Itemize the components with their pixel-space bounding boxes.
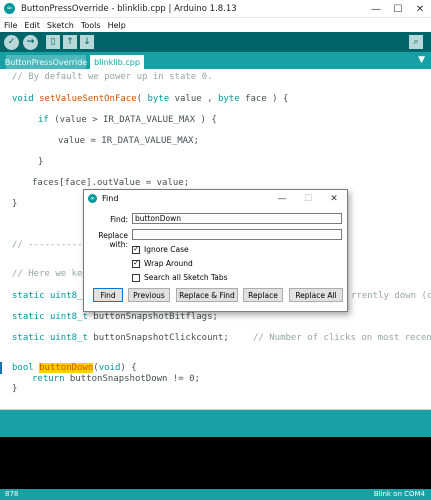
code-token: uint8_t xyxy=(49,333,88,343)
search-match-highlight: buttonDown xyxy=(39,363,94,373)
window-title: ButtonPressOverride - blinklib.cpp | Ard… xyxy=(21,3,237,14)
code-token: uint8_t xyxy=(49,312,88,322)
close-icon[interactable]: ✕ xyxy=(321,190,347,207)
tab-blinklib-cpp[interactable]: blinklib.cpp xyxy=(90,55,144,69)
new-sketch-icon[interactable]: ▯ xyxy=(46,35,60,49)
code-token: ) { xyxy=(120,363,137,373)
ignore-case-option[interactable]: ✓ Ignore Case xyxy=(132,244,189,255)
status-bar xyxy=(0,410,431,437)
minimize-icon[interactable]: — xyxy=(269,190,295,207)
search-all-tabs-option[interactable]: Search all Sketch Tabs xyxy=(132,272,228,283)
replace-input[interactable] xyxy=(132,229,342,240)
wrap-around-checkbox[interactable]: ✓ xyxy=(132,259,140,268)
ignore-case-checkbox[interactable]: ✓ xyxy=(132,245,140,254)
code-token: (value > IR_DATA_VALUE_MAX ) { xyxy=(48,115,217,125)
menu-sketch[interactable]: Sketch xyxy=(44,21,77,30)
dialog-window-controls: — ☐ ✕ xyxy=(269,190,347,207)
code-line: value = IR_DATA_VALUE_MAX; xyxy=(58,136,199,146)
replace-button[interactable]: Replace xyxy=(243,288,283,302)
serial-monitor-icon[interactable]: ⌕ xyxy=(409,35,423,49)
find-dialog: ∞ Find — ☐ ✕ Find: buttonDown Replace wi… xyxy=(83,189,348,312)
code-line: static uint8_t buttonSnapshotBitflags; xyxy=(12,312,218,322)
window-controls: — ☐ ✕ xyxy=(365,0,431,18)
code-line: // Here we kee xyxy=(12,269,88,279)
code-line: faces[face].outValue = value; xyxy=(32,178,190,188)
line-number: 878 xyxy=(5,490,19,498)
code-token: if xyxy=(38,115,49,125)
tab-menu-icon[interactable]: ▼ xyxy=(418,55,425,65)
toolbar: ✓ → ▯ ↑ ↓ ⌕ xyxy=(0,32,431,52)
previous-button[interactable]: Previous xyxy=(128,288,170,302)
search-all-tabs-checkbox[interactable] xyxy=(132,273,140,282)
menu-file[interactable]: File xyxy=(1,21,20,30)
code-token: buttonSnapshotDown != 0; xyxy=(64,374,200,384)
code-line: rrently down (c xyxy=(351,291,431,301)
code-token: ( xyxy=(136,94,148,104)
code-token: void xyxy=(12,94,34,104)
replace-all-button[interactable]: Replace All xyxy=(289,288,343,302)
code-token: static xyxy=(12,312,45,322)
menu-bar: File Edit Sketch Tools Help xyxy=(0,18,431,32)
code-token: static xyxy=(12,291,45,301)
code-token: value , xyxy=(169,94,218,104)
code-line: } xyxy=(12,199,18,209)
ignore-case-label: Ignore Case xyxy=(144,245,189,254)
code-line: } xyxy=(12,384,18,394)
code-token: setValueSentOnFace xyxy=(39,94,137,104)
code-token: static xyxy=(12,333,45,343)
code-line: // ------------ xyxy=(12,240,94,250)
find-label: Find: xyxy=(110,215,128,224)
code-token: void xyxy=(98,363,121,373)
verify-icon[interactable]: ✓ xyxy=(4,34,19,50)
minimize-icon[interactable]: — xyxy=(365,0,387,18)
menu-tools[interactable]: Tools xyxy=(78,21,104,30)
tab-buttonpressoverride[interactable]: ButtonPressOverride xyxy=(5,55,87,69)
code-line: // By default we power up in state 0. xyxy=(12,72,213,82)
board-port-label: Blink on COM4 xyxy=(373,490,425,498)
code-line: return buttonSnapshotDown != 0; xyxy=(32,374,200,384)
find-input[interactable]: buttonDown xyxy=(132,213,342,224)
console-output[interactable] xyxy=(0,437,431,489)
code-line: static uint8_t xyxy=(12,291,88,301)
replace-label: Replace with: xyxy=(98,231,128,249)
code-line: } xyxy=(38,157,44,167)
menu-help[interactable]: Help xyxy=(105,21,129,30)
arduino-logo-icon: ∞ xyxy=(4,3,15,14)
find-dialog-title-bar: ∞ Find — ☐ ✕ xyxy=(84,190,347,207)
footer-bar: 878 Blink on COM4 xyxy=(0,489,431,500)
code-token: buttonSnapshotBitflags; xyxy=(87,312,218,322)
code-token: bool xyxy=(12,363,34,373)
menu-edit[interactable]: Edit xyxy=(21,21,43,30)
code-token: byte xyxy=(147,94,170,104)
wrap-around-option[interactable]: ✓ Wrap Around xyxy=(132,258,193,269)
code-line: if (value > IR_DATA_VALUE_MAX ) { xyxy=(38,115,217,125)
arduino-logo-icon: ∞ xyxy=(88,194,97,203)
find-button[interactable]: Find xyxy=(93,288,123,302)
code-token: buttonSnapshotClickcount; xyxy=(87,333,229,343)
search-all-tabs-label: Search all Sketch Tabs xyxy=(144,273,228,282)
code-line: // Number of clicks on most recent xyxy=(253,333,431,343)
maximize-icon: ☐ xyxy=(303,193,313,204)
current-line-marker xyxy=(0,362,2,374)
replace-and-find-button[interactable]: Replace & Find xyxy=(176,288,238,302)
code-line: static uint8_t buttonSnapshotClickcount; xyxy=(12,333,229,343)
tab-bar: ButtonPressOverride blinklib.cpp ▼ xyxy=(0,52,431,69)
open-sketch-icon[interactable]: ↑ xyxy=(63,35,77,49)
find-dialog-title: Find xyxy=(102,194,119,203)
code-token: return xyxy=(32,374,65,384)
maximize-icon[interactable]: ☐ xyxy=(387,0,409,18)
title-bar: ∞ ButtonPressOverride - blinklib.cpp | A… xyxy=(0,0,431,18)
code-token: face ) { xyxy=(239,94,289,104)
code-token: byte xyxy=(217,94,240,104)
wrap-around-label: Wrap Around xyxy=(144,259,193,268)
close-icon[interactable]: ✕ xyxy=(409,0,431,18)
code-line: void setValueSentOnFace( byte value , by… xyxy=(12,94,288,104)
save-sketch-icon[interactable]: ↓ xyxy=(80,35,94,49)
code-line: bool buttonDown(void) { xyxy=(12,363,137,373)
upload-icon[interactable]: → xyxy=(23,34,38,50)
